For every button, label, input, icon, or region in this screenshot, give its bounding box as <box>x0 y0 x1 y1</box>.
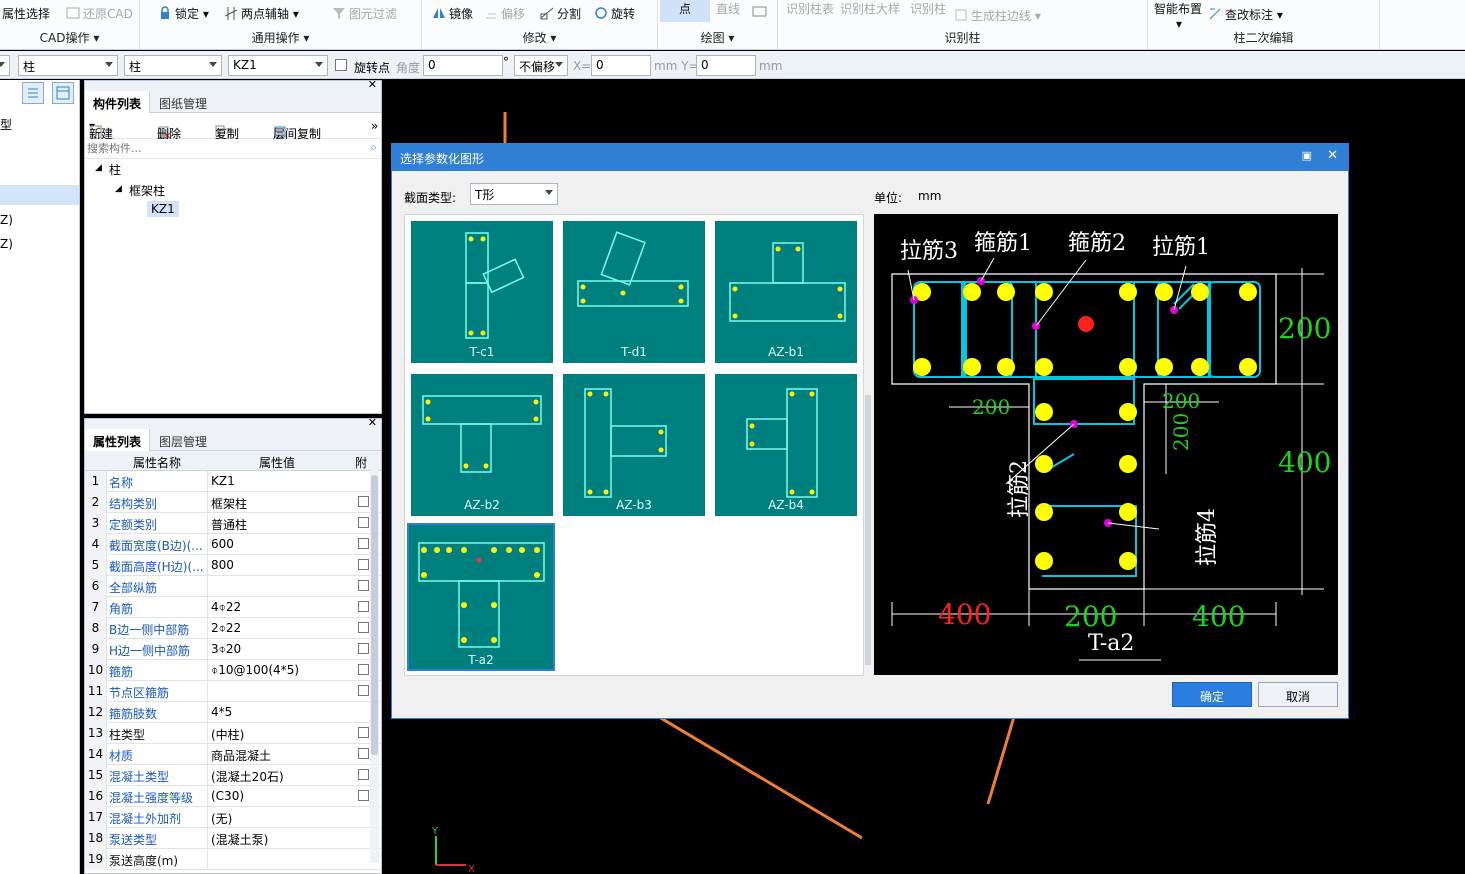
thumbnail-t-c1[interactable]: T-c1 <box>411 221 553 363</box>
y-axis-label: Y <box>431 826 439 837</box>
dim-web-width: 200 <box>1064 600 1117 633</box>
section-type-label: 截面类型: <box>404 191 457 205</box>
thumbnail-caption: AZ-b1 <box>768 345 804 359</box>
thumbnail-az-b2[interactable]: AZ-b2 <box>411 374 553 516</box>
thumbnail-t-d1[interactable]: T-d1 <box>563 221 705 363</box>
select-parametric-shape-dialog: 选择参数化图形 ▣ ✕ 截面类型: T形 单位: mm T-c1 T-d1 AZ… <box>391 143 1349 719</box>
dialog-titlebar: 选择参数化图形 ▣ ✕ <box>392 144 1348 171</box>
t-a2-diagram <box>418 542 545 648</box>
thumbnail-t-a2[interactable]: T-a2 <box>407 523 555 671</box>
cancel-button[interactable]: 取消 <box>1258 682 1338 707</box>
thumbnail-caption: AZ-b2 <box>464 498 500 512</box>
shape-preview: 拉筋3 箍筋1 箍筋2 拉筋1 拉筋2 拉筋4 200 400 200 400 … <box>874 214 1338 675</box>
label-stirrup-2: 箍筋2 <box>1068 231 1126 256</box>
unit-value: mm <box>918 189 942 203</box>
az-b1-diagram <box>729 242 846 322</box>
az-b4-diagram <box>746 388 818 498</box>
label-tie-bar-4: 拉筋4 <box>1195 508 1220 566</box>
maximize-icon[interactable]: ▣ <box>1302 149 1312 162</box>
dim-vertical-offset: 200 <box>1169 413 1193 451</box>
dim-right-offset: 200 <box>1162 389 1200 413</box>
dim-left-offset: 200 <box>972 395 1010 419</box>
label-tie-bar-3: 拉筋3 <box>900 239 958 264</box>
label-tie-bar-2: 拉筋2 <box>1007 460 1032 518</box>
t-d1-diagram <box>577 231 689 307</box>
preview-shape-name: T-a2 <box>1088 631 1134 656</box>
thumbnail-az-b1[interactable]: AZ-b1 <box>715 221 857 363</box>
x-axis-label: X <box>468 864 475 874</box>
thumbnail-caption: AZ-b4 <box>768 498 804 512</box>
az-b3-diagram <box>584 388 667 498</box>
section-type-select[interactable]: T形 <box>470 183 558 205</box>
t-a2-preview-diagram: 拉筋3 箍筋1 箍筋2 拉筋1 拉筋2 拉筋4 200 400 200 400 … <box>891 231 1331 661</box>
ok-button[interactable]: 确定 <box>1172 682 1252 707</box>
unit-label: 单位: <box>874 191 903 205</box>
thumbnail-az-b4[interactable]: AZ-b4 <box>715 374 857 516</box>
center-marker <box>1078 316 1094 332</box>
thumbnail-caption: AZ-b3 <box>616 498 652 512</box>
thumbnail-scrollbar[interactable] <box>865 395 871 665</box>
az-b2-diagram <box>422 395 542 473</box>
thumbnail-az-b3[interactable]: AZ-b3 <box>563 374 705 516</box>
label-stirrup-1: 箍筋1 <box>974 231 1032 256</box>
dim-left-flange: 400 <box>938 598 991 631</box>
dim-flange-height: 200 <box>1278 312 1331 345</box>
t-c1-diagram <box>465 232 525 339</box>
label-tie-bar-1: 拉筋1 <box>1152 235 1210 260</box>
close-icon[interactable]: ✕ <box>1327 148 1338 163</box>
dialog-title: 选择参数化图形 <box>400 152 485 166</box>
thumbnail-caption: T-d1 <box>621 345 647 359</box>
thumbnail-caption: T-c1 <box>469 345 495 359</box>
dim-web-height: 400 <box>1278 446 1331 479</box>
tie-hook <box>1173 283 1195 305</box>
thumbnail-caption: T-a2 <box>468 653 494 667</box>
dim-right-flange: 400 <box>1192 600 1245 633</box>
shape-thumbnail-grid: T-c1 T-d1 AZ-b1 AZ-b2 AZ-b3 AZ-b4 T-a2 <box>404 214 871 676</box>
